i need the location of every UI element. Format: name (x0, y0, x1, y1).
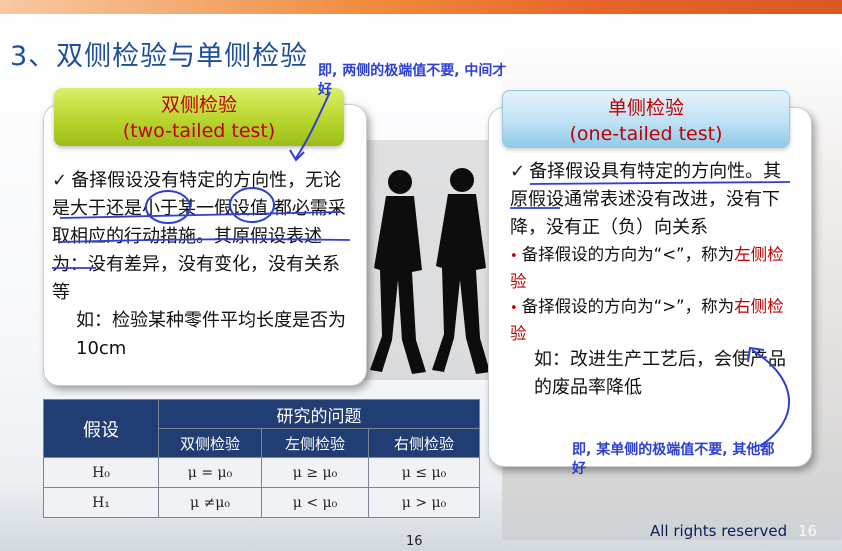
table-cell: μ ≠μ₀ (158, 487, 262, 518)
top-accent-bar (0, 0, 842, 14)
table-cell: μ > μ₀ (368, 487, 480, 518)
hypothesis-table: 假设 研究的问题 双侧检验 左侧检验 右侧检验 H₀ μ = μ₀ μ ≥ μ₀… (43, 399, 480, 518)
annotation-one-tailed: 即, 某单侧的极端值不要, 其他都好 (572, 442, 775, 477)
one-tailed-header: 单侧检验 (one-tailed test) (502, 90, 790, 148)
one-tailed-header-en: (one-tailed test) (569, 123, 723, 145)
two-tailed-text-line1: 备择假设没有特定的方向性 (71, 170, 288, 191)
right-tail-text: 备择假设的方向为“>”，称为 (521, 297, 735, 316)
annotation-two-tailed: 即, 两侧的极端值不要, 中间才好 (318, 63, 507, 98)
table-row: H₀ μ = μ₀ μ ≥ μ₀ μ ≤ μ₀ (43, 457, 480, 488)
table-cell-label: H₀ (43, 457, 159, 488)
bullet-dot-icon: • (510, 301, 518, 316)
walking-men-silhouette (362, 140, 502, 380)
check-icon: ✓ (52, 170, 68, 191)
table-subheader: 右侧检验 (368, 428, 480, 458)
table-cell: μ ≥ μ₀ (261, 457, 369, 488)
footer-page-faint: 16 (798, 522, 818, 540)
table-cell: μ ≤ μ₀ (368, 457, 480, 488)
one-tailed-text: 备择假设具有特定的方向性。其原假设通常表述没有改进，没有下降，没有正（负）向关系 (510, 161, 782, 238)
footer-rights: All rights reserved (650, 522, 788, 540)
two-tailed-example: 如：检验某种零件平均长度是否为10cm (76, 310, 346, 359)
table-cell-label: H₁ (43, 487, 159, 518)
table-row: H₁ μ ≠μ₀ μ < μ₀ μ > μ₀ (43, 487, 480, 518)
one-tailed-example: 如：改进生产工艺后，会使产品的废品率降低 (534, 349, 786, 398)
left-tail-bullet: • 备择假设的方向为“<”，称为左侧检验 (510, 242, 795, 294)
table-cell: μ < μ₀ (261, 487, 369, 518)
two-tailed-header-en: (two-tailed test) (122, 120, 276, 142)
right-tail-bullet: • 备择假设的方向为“>”，称为右侧检验 (510, 294, 795, 346)
page-number: 16 (406, 534, 423, 549)
table-subheader: 左侧检验 (261, 428, 369, 458)
check-icon: ✓ (510, 161, 526, 182)
table-cell: μ = μ₀ (158, 457, 262, 488)
table-subheader: 双侧检验 (158, 428, 262, 458)
slide-title: 3、双侧检验与单侧检验 (10, 41, 309, 72)
left-tail-text: 备择假设的方向为“<”，称为 (521, 245, 735, 264)
two-tailed-header: 双侧检验 (two-tailed test) (54, 88, 344, 146)
one-tailed-description: ✓ 备择假设具有特定的方向性。其原假设通常表述没有改进，没有下降，没有正（负）向关… (510, 158, 795, 402)
two-tailed-header-cn: 双侧检验 (160, 94, 237, 116)
table-header-hypothesis: 假设 (43, 399, 159, 458)
table-header-research-question: 研究的问题 (158, 399, 480, 429)
two-tailed-description: ✓ 备择假设没有特定的方向性，无论是大于还是小于某一假设值,都必需采取相应的行动措… (52, 167, 352, 363)
bullet-dot-icon: • (510, 249, 518, 264)
one-tailed-header-cn: 单侧检验 (607, 97, 684, 119)
